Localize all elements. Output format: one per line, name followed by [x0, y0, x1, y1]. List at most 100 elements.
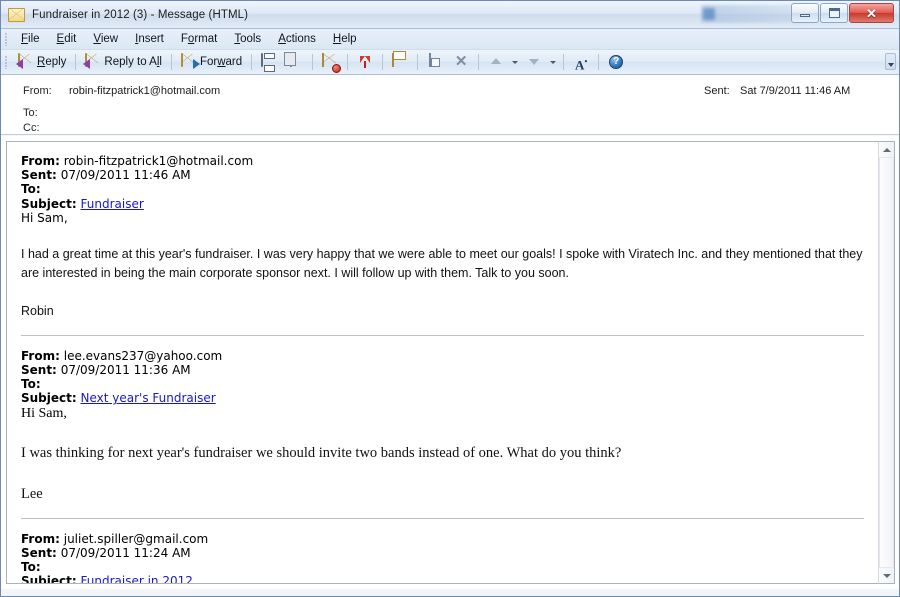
menu-item-file-label: ile	[28, 33, 40, 45]
menu-item-help[interactable]: Help	[325, 32, 366, 46]
from-value[interactable]: robin-fitzpatrick1@hotmail.com	[69, 84, 220, 99]
menu-item-insert[interactable]: Insert	[127, 32, 173, 46]
message-from-line: From: robin-fitzpatrick1@hotmail.com	[21, 154, 864, 168]
reply-label: Reply	[37, 56, 67, 68]
message-sent-label: Sent:	[21, 168, 57, 183]
toolbar-overflow-button[interactable]	[885, 53, 896, 70]
message-to-line: To:	[21, 182, 864, 196]
reply-button[interactable]: Reply	[13, 52, 71, 72]
toolbar-separator	[251, 54, 253, 70]
reply-all-button[interactable]: Reply to All	[80, 52, 167, 72]
junk-mail-icon	[322, 53, 338, 70]
rules-icon	[427, 53, 443, 70]
menu-item-actions-label: ctions	[285, 33, 316, 45]
next-item-icon	[526, 54, 542, 70]
forward-label: Forward	[199, 56, 243, 68]
menu-item-format[interactable]: Format	[173, 32, 226, 46]
previous-item-dropdown-icon[interactable]	[512, 60, 519, 64]
next-item-button[interactable]	[521, 52, 547, 72]
toolbar-separator	[347, 54, 349, 70]
message-to-label: To:	[21, 182, 41, 197]
maximize-icon	[828, 8, 840, 18]
cc-label: Cc:	[23, 122, 40, 134]
menu-item-file[interactable]: File	[13, 32, 49, 46]
message-from-label: From:	[21, 531, 60, 546]
message-to-line: To:	[21, 560, 864, 574]
mail-icon	[8, 7, 25, 22]
minimize-button[interactable]	[791, 3, 819, 23]
junk-mail-button[interactable]	[317, 52, 343, 72]
scroll-up-button[interactable]	[879, 142, 894, 157]
message-headers: From: robin-fitzpatrick1@hotmail.com Sen…	[21, 154, 864, 211]
previous-item-button[interactable]	[483, 52, 509, 72]
message-from-label: From:	[21, 348, 60, 363]
message-sent-line: Sent: 07/09/2011 11:36 AM	[21, 363, 864, 377]
move-to-folder-button[interactable]	[387, 52, 413, 72]
message-from-value: lee.evans237@yahoo.com	[63, 348, 223, 363]
message-signature: Lee	[21, 485, 43, 502]
menu-item-format-label: rmat	[194, 33, 218, 45]
message-subject-line: Subject: Fundraiser in 2012	[21, 574, 864, 583]
message-greeting: Hi Sam,	[21, 210, 68, 225]
menu-item-view[interactable]: View	[85, 32, 127, 46]
message-sent-value: 07/09/2011 11:24 AM	[60, 545, 191, 560]
message-sent-line: Sent: 07/09/2011 11:46 AM	[21, 168, 864, 182]
message-to-label: To:	[21, 560, 41, 575]
font-size-button[interactable]: A•	[568, 52, 594, 72]
copy-button[interactable]	[282, 52, 308, 72]
message-signature: Robin	[21, 303, 54, 318]
header-row-to: To:	[1, 106, 899, 121]
message-block: From: robin-fitzpatrick1@hotmail.com Sen…	[21, 154, 864, 321]
message-divider	[21, 334, 864, 336]
toolbar-drag-handle[interactable]	[5, 55, 8, 69]
sent-label: Sent:	[704, 85, 730, 97]
move-to-folder-icon	[392, 53, 408, 70]
help-button[interactable]: ?	[603, 52, 629, 72]
message-from-line: From: lee.evans237@yahoo.com	[21, 349, 864, 363]
rules-button[interactable]	[422, 52, 448, 72]
next-item-dropdown-icon[interactable]	[550, 60, 557, 64]
print-button[interactable]	[256, 52, 282, 72]
menu-item-insert-label: nsert	[138, 33, 164, 45]
menu-item-tools[interactable]: Tools	[226, 32, 270, 46]
message-header-pane: From: robin-fitzpatrick1@hotmail.com To:…	[1, 75, 899, 149]
reply-icon	[18, 53, 34, 70]
forward-icon	[180, 53, 197, 70]
reply-all-label: Reply to All	[104, 56, 162, 68]
message-subject-label: Subject:	[21, 196, 77, 211]
window-controls: ✕	[791, 3, 894, 23]
message-sent-label: Sent:	[21, 363, 57, 378]
message-subject-link[interactable]: Next year's Fundraiser	[81, 391, 216, 405]
scrollbar-thumb[interactable]	[879, 157, 894, 568]
menu-item-help-label: elp	[341, 33, 357, 45]
follow-up-flag-button[interactable]	[352, 52, 378, 72]
menu-item-edit[interactable]: Edit	[49, 32, 86, 46]
menu-item-actions[interactable]: Actions	[270, 32, 325, 46]
delete-button[interactable]: ✕	[448, 52, 474, 72]
toolbar-separator	[417, 54, 419, 70]
scroll-down-button[interactable]	[879, 568, 894, 583]
outlook-message-window: Fundraiser in 2012 (3) - Message (HTML) …	[0, 0, 900, 597]
menu-bar: File Edit View Insert Format Tools Actio…	[1, 29, 899, 50]
message-block: From: lee.evans237@yahoo.com Sent: 07/09…	[21, 349, 864, 504]
header-row-cc: Cc:	[1, 121, 899, 136]
close-button[interactable]: ✕	[849, 3, 894, 23]
toolbar-separator	[382, 54, 384, 70]
message-subject-link[interactable]: Fundraiser	[81, 197, 144, 211]
forward-button[interactable]: Forward	[176, 52, 247, 72]
reading-pane: From: robin-fitzpatrick1@hotmail.com Sen…	[1, 135, 899, 589]
font-size-icon: A•	[575, 57, 588, 73]
vertical-scrollbar[interactable]	[878, 141, 895, 584]
message-body-text: I was thinking for next year's fundraise…	[21, 444, 622, 461]
menu-drag-handle[interactable]	[5, 32, 8, 46]
message-block: From: juliet.spiller@gmail.com Sent: 07/…	[21, 531, 864, 583]
to-label: To:	[23, 107, 38, 119]
message-subject-link[interactable]: Fundraiser in 2012	[81, 574, 193, 583]
message-subject-label: Subject:	[21, 391, 77, 406]
maximize-button[interactable]	[820, 3, 848, 23]
menu-item-view-label: iew	[100, 33, 119, 45]
close-icon: ✕	[866, 5, 877, 21]
message-sent-line: Sent: 07/09/2011 11:24 AM	[21, 546, 864, 560]
message-sent-label: Sent:	[21, 545, 57, 560]
message-subject-line: Subject: Next year's Fundraiser	[21, 391, 864, 405]
